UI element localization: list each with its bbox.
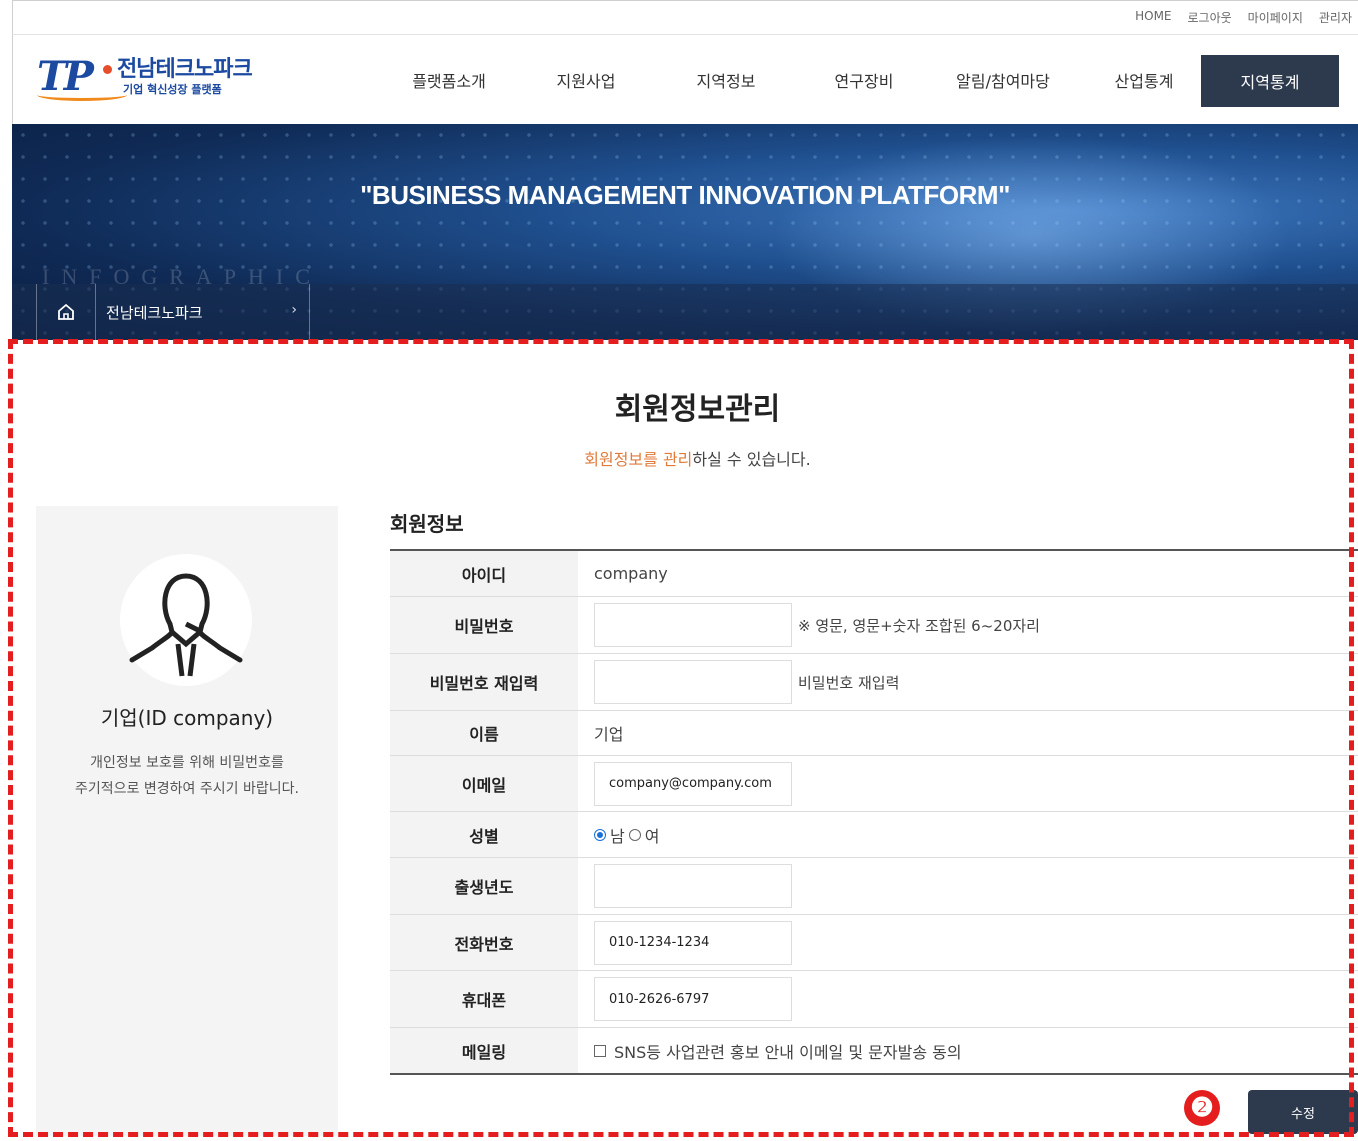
- password-field[interactable]: [594, 603, 792, 647]
- form-section-title: 회원정보: [390, 512, 464, 536]
- page-description-accent: 회원정보를 관리: [584, 450, 693, 469]
- nav-notice-participation[interactable]: 알림/참여마당: [937, 68, 1069, 92]
- form-row-mobile: 휴대폰 010-2626-6797: [390, 971, 1358, 1028]
- birth-year-label: 출생년도: [390, 858, 578, 914]
- nav-platform-intro[interactable]: 플랫폼소개: [387, 68, 511, 92]
- password-confirm-field[interactable]: [594, 660, 792, 704]
- password-label: 비밀번호: [390, 597, 578, 653]
- breadcrumb-home[interactable]: [36, 284, 96, 340]
- logo-subtitle: 기업 혁신성장 플랫폼: [123, 83, 222, 96]
- mailing-label: 메일링: [390, 1028, 578, 1073]
- save-button[interactable]: 수정: [1248, 1090, 1358, 1134]
- logo-dot: [103, 65, 112, 74]
- user-icon: [129, 573, 243, 677]
- id-value: company: [594, 564, 668, 583]
- logo-swoosh: [37, 89, 127, 101]
- profile-note-line: 주기적으로 변경하여 주시기 바랍니다.: [75, 781, 299, 797]
- banner-slogan: "BUSINESS MANAGEMENT INNOVATION PLATFORM…: [360, 180, 1010, 210]
- gender-male-radio[interactable]: [594, 828, 606, 841]
- chevron-right-icon: ›: [291, 302, 297, 318]
- avatar: [120, 554, 252, 686]
- page-description: 회원정보를 관리하실 수 있습니다.: [0, 446, 1358, 470]
- mobile-field[interactable]: 010-2626-6797: [594, 977, 792, 1021]
- nav-research-equipment[interactable]: 연구장비: [791, 68, 937, 92]
- utility-links: HOME 로그아웃 마이페이지 관리자: [1135, 9, 1352, 26]
- name-label: 이름: [390, 711, 578, 755]
- utility-bar: HOME 로그아웃 마이페이지 관리자: [12, 0, 1358, 34]
- breadcrumb-label: 전남테크노파크: [106, 303, 203, 322]
- member-info-form: 아이디 company 비밀번호 ※ 영문, 영문+숫자 조합된 6~20자리 …: [390, 549, 1358, 1075]
- mypage-link[interactable]: 마이페이지: [1248, 9, 1303, 26]
- main-nav: 플랫폼소개 지원사업 지역정보 연구장비 알림/참여마당 산업통계 지역통계: [387, 35, 1339, 125]
- password-confirm-hint: 비밀번호 재입력: [798, 673, 900, 692]
- mobile-label: 휴대폰: [390, 971, 578, 1027]
- form-row-birth-year: 출생년도: [390, 858, 1358, 915]
- phone-label: 전화번호: [390, 915, 578, 970]
- form-row-mailing: 메일링 SNS등 사업관련 홍보 안내 이메일 및 문자발송 동의: [390, 1028, 1358, 1073]
- gender-male-label: 남: [610, 826, 625, 846]
- step-badge: ❷: [1184, 1090, 1220, 1126]
- email-label: 이메일: [390, 756, 578, 811]
- profile-panel: 기업(ID company) 개인정보 보호를 위해 비밀번호를 주기적으로 변…: [36, 506, 338, 1136]
- home-icon: [58, 303, 74, 320]
- birth-year-field[interactable]: [594, 864, 792, 908]
- breadcrumb: 전남테크노파크 ›: [12, 284, 1358, 340]
- breadcrumb-current[interactable]: 전남테크노파크 ›: [96, 284, 310, 340]
- password-confirm-label: 비밀번호 재입력: [390, 654, 578, 710]
- site-header: TP 전남테크노파크 기업 혁신성장 플랫폼 플랫폼소개 지원사업 지역정보 연…: [12, 34, 1358, 124]
- nav-support-programs[interactable]: 지원사업: [511, 68, 661, 92]
- gender-female-label: 여: [644, 826, 660, 846]
- form-row-phone: 전화번호 010-1234-1234: [390, 915, 1358, 971]
- logo-title: 전남테크노파크: [117, 57, 253, 82]
- password-hint: ※ 영문, 영문+숫자 조합된 6~20자리: [798, 616, 1040, 635]
- form-row-password: 비밀번호 ※ 영문, 영문+숫자 조합된 6~20자리: [390, 597, 1358, 654]
- mailing-consent-checkbox[interactable]: [594, 1044, 606, 1057]
- admin-link[interactable]: 관리자: [1319, 9, 1352, 26]
- form-row-gender: 성별 남 여: [390, 812, 1358, 858]
- mailing-consent-label: SNS등 사업관련 홍보 안내 이메일 및 문자발송 동의: [614, 1042, 962, 1062]
- nav-industry-stats[interactable]: 산업통계: [1069, 68, 1219, 92]
- page-title: 회원정보관리: [614, 392, 781, 427]
- nav-regional-stats[interactable]: 지역통계: [1201, 55, 1339, 107]
- form-row-email: 이메일 company@company.com: [390, 756, 1358, 812]
- site-logo[interactable]: TP 전남테크노파크 기업 혁신성장 플랫폼: [37, 51, 277, 103]
- hero-banner: "BUSINESS MANAGEMENT INNOVATION PLATFORM…: [12, 124, 1358, 340]
- profile-name: 기업(ID company): [100, 706, 274, 730]
- phone-field[interactable]: 010-1234-1234: [594, 920, 792, 965]
- logout-link[interactable]: 로그아웃: [1188, 9, 1232, 26]
- gender-female-radio[interactable]: [628, 828, 641, 841]
- name-value: 기업: [594, 725, 624, 744]
- email-field[interactable]: company@company.com: [594, 761, 792, 806]
- gender-label: 성별: [390, 812, 578, 857]
- profile-note: 개인정보 보호를 위해 비밀번호를 주기적으로 변경하여 주시기 바랍니다.: [36, 750, 338, 802]
- form-row-id: 아이디 company: [390, 551, 1358, 597]
- home-link[interactable]: HOME: [1135, 9, 1171, 26]
- id-label: 아이디: [390, 551, 578, 596]
- nav-regional-info[interactable]: 지역정보: [661, 68, 791, 92]
- form-row-password-confirm: 비밀번호 재입력 비밀번호 재입력: [390, 654, 1358, 711]
- page-description-rest: 하실 수 있습니다.: [692, 450, 811, 469]
- profile-note-line: 개인정보 보호를 위해 비밀번호를: [90, 755, 284, 771]
- form-row-name: 이름 기업: [390, 711, 1358, 756]
